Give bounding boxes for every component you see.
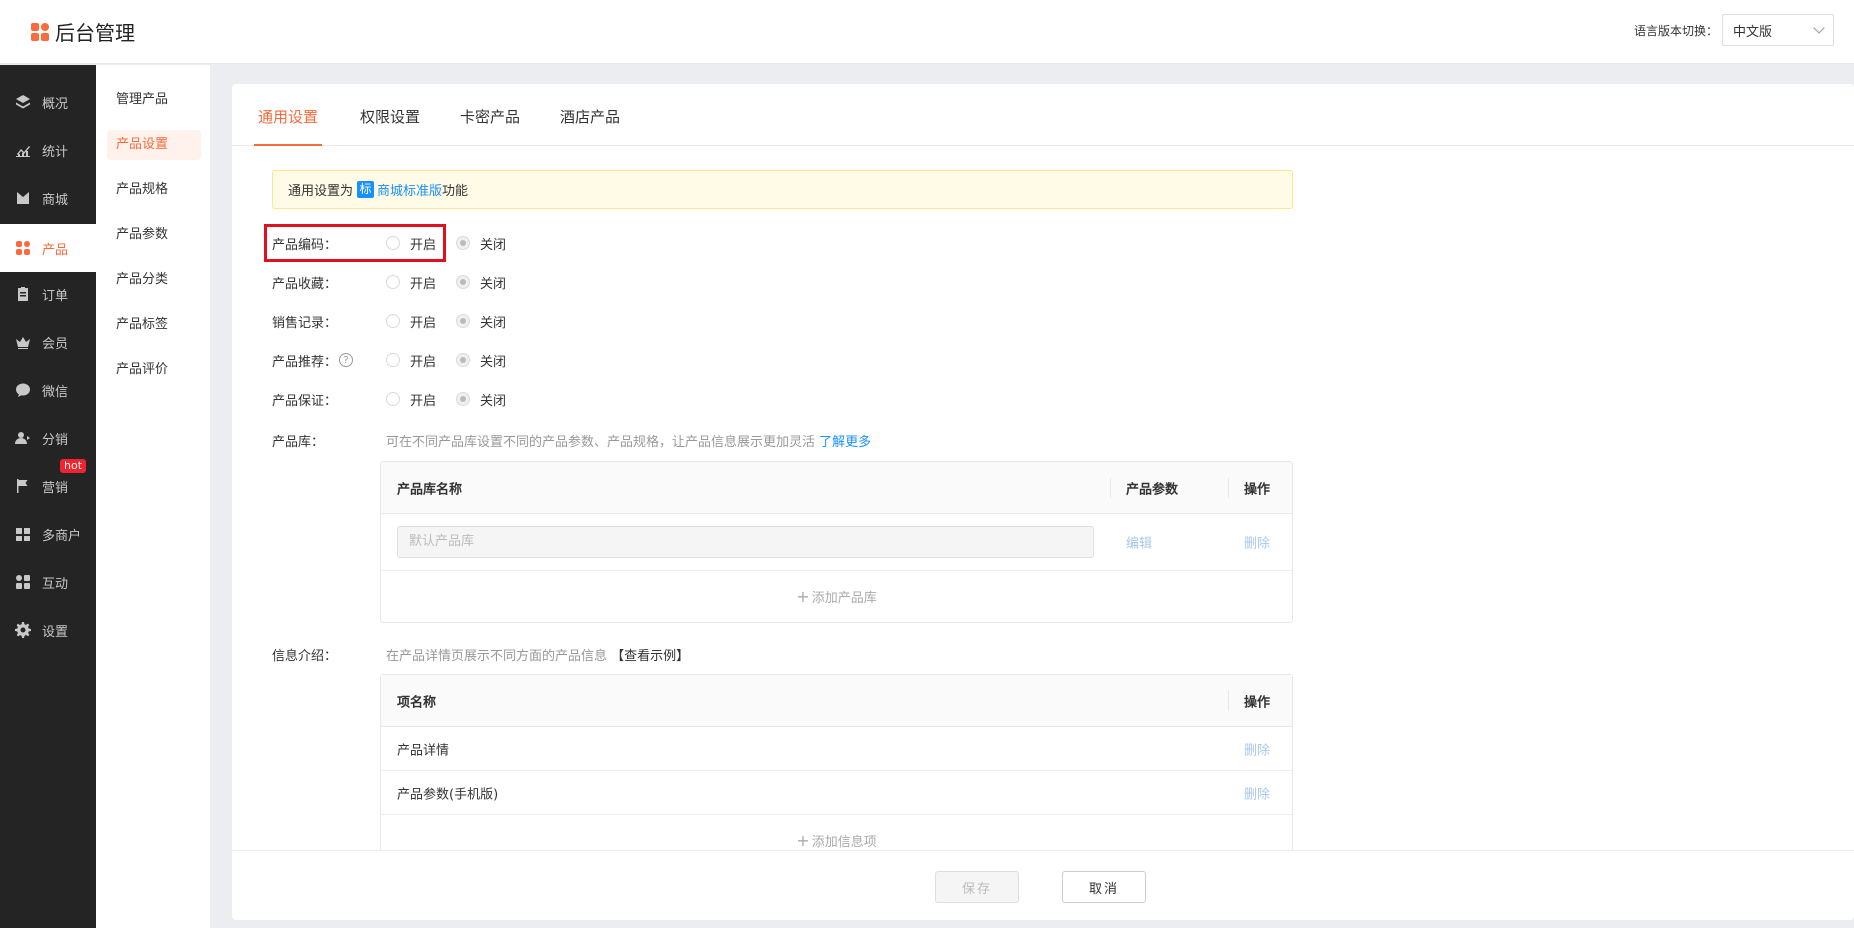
save-button[interactable]: 保存 [935, 871, 1019, 903]
hot-badge: hot [60, 459, 87, 473]
cancel-button[interactable]: 取消 [1062, 871, 1146, 903]
library-table-header: 产品库名称 产品参数 操作 [381, 462, 1292, 514]
setting-product-code: 产品编码： 开启 关闭 [272, 232, 526, 254]
table-row: 产品详情 删除 [381, 727, 1292, 771]
main-nav: 概况 统计 商城 产品 订单 会员 微信 分销 营销 hot 多商户 互动 设置 [0, 65, 96, 928]
logo-icon [31, 22, 49, 41]
library-row: 产品库： 可在不同产品库设置不同的产品参数、产品规格，让产品信息展示更加灵活 了… [272, 434, 872, 450]
library-name-input[interactable]: 默认产品库 [397, 526, 1094, 558]
plus-icon: + [796, 831, 810, 850]
radio-off[interactable]: 关闭 [456, 351, 506, 370]
setting-sales-record: 销售记录： 开启 关闭 [272, 310, 526, 332]
product-subnav: 管理产品 产品设置 产品规格 产品参数 产品分类 产品标签 产品评价 [96, 65, 211, 928]
nav-item-members[interactable]: 会员 [0, 320, 96, 364]
radio-off[interactable]: 关闭 [456, 312, 506, 331]
subnav-product-specs[interactable]: 产品规格 [107, 175, 201, 205]
subnav-product-reviews[interactable]: 产品评价 [107, 355, 201, 385]
learn-more-link[interactable]: 了解更多 [819, 435, 871, 450]
wechat-icon [15, 382, 31, 398]
view-example-link[interactable]: 【查看示例】 [611, 649, 689, 664]
nav-item-stats[interactable]: 统计 [0, 128, 96, 172]
settings-tabs: 通用设置 权限设置 卡密产品 酒店产品 [232, 84, 1854, 146]
shop-icon [15, 190, 31, 206]
layers-icon [15, 94, 31, 110]
setting-product-recommend: 产品推荐：? 开启 关闭 [272, 349, 526, 371]
app-title: 后台管理 [55, 21, 135, 45]
standard-edition-link[interactable]: 商城标准版 [377, 180, 442, 199]
subnav-product-categories[interactable]: 产品分类 [107, 265, 201, 295]
language-switcher: 语言版本切换： 中文版 [1634, 14, 1834, 46]
radio-off[interactable]: 关闭 [456, 234, 506, 253]
crown-icon [15, 334, 31, 350]
delete-link[interactable]: 删除 [1244, 783, 1270, 802]
grid-icon [15, 240, 31, 256]
radio-on[interactable]: 开启 [386, 390, 436, 409]
top-header: 后台管理 语言版本切换： 中文版 [0, 0, 1854, 64]
nav-item-product[interactable]: 产品 [0, 224, 96, 272]
table-row: 默认产品库 编辑 删除 [381, 514, 1292, 571]
subnav-manage-products[interactable]: 管理产品 [107, 85, 201, 115]
language-select[interactable]: 中文版 [1722, 14, 1834, 46]
edit-link[interactable]: 编辑 [1126, 533, 1152, 552]
gear-icon [15, 622, 31, 638]
subnav-product-settings[interactable]: 产品设置 [107, 130, 201, 160]
nav-item-wechat[interactable]: 微信 [0, 368, 96, 412]
add-library-button[interactable]: + 添加产品库 [381, 571, 1292, 623]
form-footer: 保存 取消 [232, 850, 1854, 920]
nav-item-settings[interactable]: 设置 [0, 608, 96, 652]
flag-icon [15, 478, 31, 494]
clipboard-icon [15, 286, 31, 302]
tab-permissions[interactable]: 权限设置 [360, 106, 420, 146]
nav-item-marketing[interactable]: 营销 hot [0, 459, 96, 508]
radio-off[interactable]: 关闭 [456, 273, 506, 292]
chevron-down-icon [1813, 22, 1825, 34]
plus-icon: + [796, 587, 810, 606]
language-label: 语言版本切换： [1633, 23, 1718, 38]
store-icon [15, 526, 31, 542]
info-row: 信息介绍： 在产品详情页展示不同方面的产品信息 【查看示例】 [272, 648, 690, 664]
nav-item-overview[interactable]: 概况 [0, 80, 96, 124]
user-share-icon [15, 430, 31, 446]
info-table: 项名称 操作 产品详情 删除 产品参数(手机版) 删除 + 添加信息项 [380, 674, 1293, 874]
tab-hotel-products[interactable]: 酒店产品 [560, 106, 620, 146]
help-icon[interactable]: ? [339, 353, 354, 367]
nav-item-mall[interactable]: 商城 [0, 176, 96, 220]
chart-icon [15, 142, 31, 158]
tab-general[interactable]: 通用设置 [254, 106, 323, 146]
nav-item-multi-merchant[interactable]: 多商户 [0, 512, 96, 556]
library-table: 产品库名称 产品参数 操作 默认产品库 编辑 删除 + 添加产品库 [380, 461, 1293, 623]
app-logo[interactable]: 后台管理 [31, 17, 135, 46]
radio-on[interactable]: 开启 [386, 351, 436, 370]
radio-off[interactable]: 关闭 [456, 390, 506, 409]
info-table-header: 项名称 操作 [381, 675, 1292, 727]
subnav-product-tags[interactable]: 产品标签 [107, 310, 201, 340]
setting-product-favorite: 产品收藏： 开启 关闭 [272, 271, 526, 293]
nav-item-distribution[interactable]: 分销 [0, 416, 96, 460]
table-row: 产品参数(手机版) 删除 [381, 771, 1292, 815]
nav-item-interaction[interactable]: 互动 [0, 560, 96, 604]
settings-card: 通用设置 权限设置 卡密产品 酒店产品 通用设置为 标 商城标准版 功能 产品编… [232, 84, 1854, 920]
delete-link[interactable]: 删除 [1244, 533, 1270, 552]
subnav-product-params[interactable]: 产品参数 [107, 220, 201, 250]
radio-on[interactable]: 开启 [386, 273, 436, 292]
people-icon [15, 574, 31, 590]
tab-card-products[interactable]: 卡密产品 [460, 106, 520, 146]
delete-link[interactable]: 删除 [1244, 739, 1270, 758]
standard-badge: 标 [357, 181, 375, 198]
language-value: 中文版 [1733, 24, 1773, 40]
radio-on[interactable]: 开启 [386, 312, 436, 331]
radio-on[interactable]: 开启 [386, 234, 436, 253]
nav-item-orders[interactable]: 订单 [0, 272, 96, 316]
setting-product-guarantee: 产品保证： 开启 关闭 [272, 388, 526, 410]
edition-notice: 通用设置为 标 商城标准版 功能 [272, 170, 1293, 209]
